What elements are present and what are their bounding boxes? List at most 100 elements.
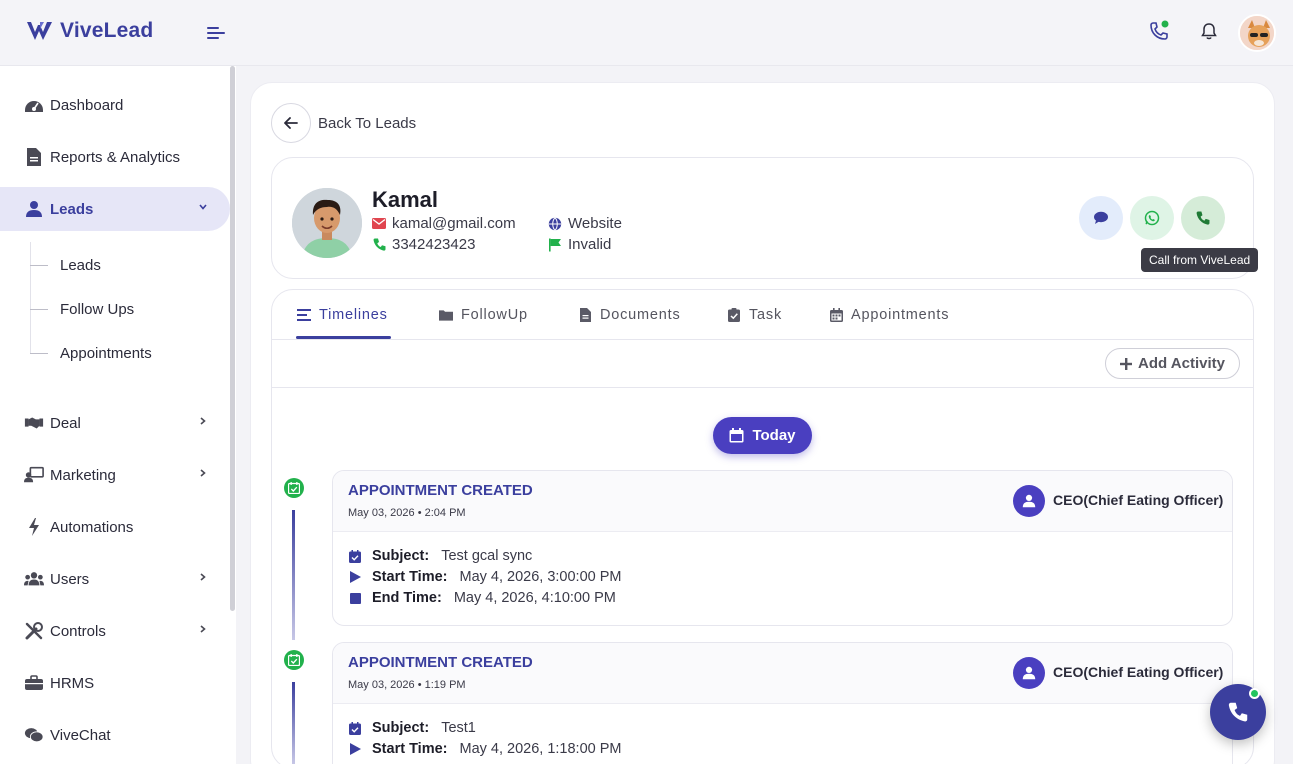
submenu-dash (30, 308, 48, 310)
subject-value: Test1 (441, 720, 476, 736)
activity-start: Start Time: May 4, 2026, 1:18:00 PM (348, 741, 622, 757)
menu-toggle-icon[interactable] (206, 24, 226, 42)
today-marker[interactable]: Today (713, 417, 812, 454)
sidebar-item-label: Dashboard (50, 96, 124, 114)
activity-toolbar: Add Activity (272, 340, 1253, 388)
whatsapp-button[interactable] (1130, 196, 1174, 240)
subject-value: Test gcal sync (441, 548, 533, 564)
tab-task[interactable]: Task (727, 290, 782, 340)
handshake-icon (24, 413, 44, 433)
sidebar-subitem-appointments[interactable]: Appointments (30, 338, 210, 368)
sidebar-subitem-follow-ups[interactable]: Follow Ups (30, 294, 210, 324)
chat-icon (24, 725, 44, 745)
tab-appointments[interactable]: Appointments (829, 290, 949, 340)
lead-source-text: Website (568, 215, 622, 232)
subject-label: Subject: (372, 720, 430, 736)
activity-start: Start Time: May 4, 2026, 3:00:00 PM (348, 569, 622, 585)
start-label: Start Time: (372, 569, 448, 585)
lead-avatar (292, 188, 362, 258)
users-icon (24, 569, 44, 589)
activity-subject: Subject: Test gcal sync (348, 548, 532, 564)
lead-source: Website (548, 215, 622, 232)
flag-icon (548, 238, 562, 252)
lead-phone[interactable]: 3342423423 (372, 236, 475, 253)
activity-date: May 03, 2026 • 1:19 PM (348, 679, 466, 691)
active-tab-indicator (296, 336, 391, 339)
folder-icon (439, 308, 453, 322)
user-icon (24, 199, 44, 219)
end-label: End Time: (372, 590, 442, 606)
briefcase-icon (24, 673, 44, 693)
sidebar-item-label: Marketing (50, 466, 116, 484)
sidebar-item-vivechat[interactable]: ViveChat (0, 713, 230, 757)
sidebar-item-label: Automations (50, 518, 134, 536)
user-avatar-image (1240, 16, 1274, 50)
sidebar-item-deal[interactable]: Deal (0, 401, 230, 445)
timeline-dot (284, 478, 304, 498)
marketing-icon (24, 465, 44, 485)
sidebar-scrollbar[interactable] (230, 66, 235, 611)
activity-date: May 03, 2026 • 2:04 PM (348, 507, 466, 519)
phone-icon (372, 238, 386, 252)
add-activity-label: Add Activity (1138, 355, 1225, 372)
chevron-right-icon (200, 469, 206, 477)
sidebar-item-controls[interactable]: Controls (0, 609, 230, 653)
phone-icon (1196, 211, 1210, 225)
timeline-line (292, 682, 295, 764)
play-icon (348, 570, 362, 584)
lead-status-text: Invalid (568, 236, 612, 253)
tab-label: Timelines (319, 307, 388, 323)
activity-owner: CEO(Chief Eating Officer) (1053, 664, 1224, 680)
lead-name: Kamal (372, 187, 439, 212)
sidebar-item-automations[interactable]: Automations (0, 505, 230, 549)
tab-timelines[interactable]: Timelines (297, 290, 388, 340)
envelope-icon (372, 217, 386, 231)
back-button[interactable] (271, 103, 311, 143)
calendar-check-icon (288, 654, 300, 666)
sidebar-item-label: Leads (50, 200, 94, 218)
add-activity-button[interactable]: Add Activity (1105, 348, 1240, 379)
back-to-leads-link[interactable]: Back To Leads (318, 115, 416, 132)
globe-icon (548, 216, 562, 231)
logo[interactable]: ViveLead (26, 19, 153, 43)
stop-icon (348, 591, 362, 605)
activity-header: APPOINTMENT CREATED May 03, 2026 • 1:19 … (333, 643, 1232, 704)
phone-status-icon[interactable] (1148, 20, 1170, 42)
activity-end: End Time: May 4, 2026, 4:10:00 PM (348, 590, 616, 606)
call-button[interactable] (1181, 196, 1225, 240)
sidebar-subitem-label: Follow Ups (60, 300, 135, 318)
message-button[interactable] (1079, 196, 1123, 240)
activity-item: APPOINTMENT CREATED May 03, 2026 • 1:19 … (332, 642, 1233, 764)
lead-email-text: kamal@gmail.com (392, 215, 516, 232)
tab-label: Appointments (851, 307, 950, 323)
sidebar-item-leads[interactable]: Leads (0, 187, 230, 231)
sidebar-item-users[interactable]: Users (0, 557, 230, 601)
start-label: Start Time: (372, 741, 448, 757)
arrow-left-icon (284, 117, 298, 129)
owner-avatar (1013, 657, 1045, 689)
chevron-right-icon (200, 573, 206, 581)
user-avatar[interactable] (1238, 14, 1276, 52)
start-value: May 4, 2026, 3:00:00 PM (459, 569, 622, 585)
bell-icon[interactable] (1198, 20, 1220, 42)
dashboard-icon (24, 95, 44, 115)
lead-phone-text: 3342423423 (392, 236, 476, 253)
activity-header: APPOINTMENT CREATED May 03, 2026 • 2:04 … (333, 471, 1232, 532)
online-status-dot (1249, 688, 1260, 699)
lead-email[interactable]: kamal@gmail.com (372, 215, 516, 232)
sidebar-item-label: Controls (50, 622, 106, 640)
tab-documents[interactable]: Documents (578, 290, 681, 340)
sidebar-item-hrms[interactable]: HRMS (0, 661, 230, 705)
sidebar-subitem-leads[interactable]: Leads (30, 250, 210, 280)
play-icon (348, 742, 362, 756)
activity-title: APPOINTMENT CREATED (348, 654, 533, 671)
sidebar-item-dashboard[interactable]: Dashboard (0, 83, 230, 127)
activity-title: APPOINTMENT CREATED (348, 482, 533, 499)
chevron-right-icon (200, 625, 206, 633)
calendar-check-icon (348, 721, 362, 735)
tab-followup[interactable]: FollowUp (439, 290, 528, 340)
tabs-bar: Timelines FollowUp Documents Task Appoin… (272, 290, 1253, 340)
lead-avatar-image (292, 188, 362, 258)
sidebar-item-marketing[interactable]: Marketing (0, 453, 230, 497)
sidebar-item-reports[interactable]: Reports & Analytics (0, 135, 230, 179)
